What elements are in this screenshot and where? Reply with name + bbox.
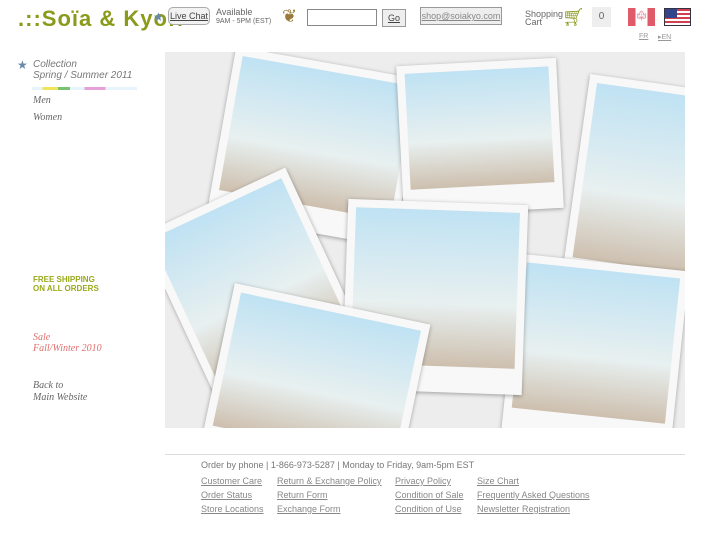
footer-link[interactable]: Condition of Sale [395, 490, 464, 500]
bird-icon: ❦ [282, 6, 298, 26]
order-phone: Order by phone | 1-866-973-5287 | Monday… [201, 460, 475, 470]
canada-flag-icon[interactable]: 🍁︎ [628, 8, 655, 26]
availability: Available 9AM - 5PM (EST) [216, 8, 271, 26]
footer-link[interactable]: Condition of Use [395, 504, 462, 514]
go-button[interactable]: Go [382, 9, 406, 27]
footer-link[interactable]: Exchange Form [277, 504, 341, 514]
footer-link[interactable]: Store Locations [201, 504, 264, 514]
cart-icon[interactable]: 🛒︎ [562, 7, 585, 28]
back-line-2: Main Website [33, 392, 88, 403]
free-shipping-promo[interactable]: FREE SHIPPING ON ALL ORDERS [33, 275, 99, 293]
star-icon: ★ [153, 10, 164, 24]
available-label: Available [216, 7, 253, 17]
sale-link[interactable]: Sale Fall/Winter 2010 [33, 332, 102, 354]
back-line-1: Back to [33, 380, 64, 391]
collection-label: Collection [33, 59, 77, 70]
sale-line-2: Fall/Winter 2010 [33, 343, 102, 354]
nav-men[interactable]: Men [33, 95, 51, 106]
lang-fr-link[interactable]: FR [639, 33, 648, 40]
promo-line-2: ON ALL ORDERS [33, 284, 99, 293]
sale-line-1: Sale [33, 332, 51, 343]
live-chat-button[interactable]: Live Chat [168, 7, 210, 25]
color-bar [32, 87, 137, 90]
footer-link[interactable]: Newsletter Registration [477, 504, 570, 514]
footer-link[interactable]: Return & Exchange Policy [277, 476, 382, 486]
hours: 9AM - 5PM (EST) [216, 18, 272, 25]
footer-divider [165, 454, 685, 455]
polaroid-photo [501, 253, 685, 428]
back-main-website-link[interactable]: Back to Main Website [33, 380, 87, 404]
nav-women[interactable]: Women [33, 112, 62, 123]
us-flag-icon[interactable] [664, 8, 691, 26]
footer-link[interactable]: Privacy Policy [395, 476, 451, 486]
email-link[interactable]: shop@soiakyo.com [420, 7, 502, 25]
polaroid-photo [396, 57, 564, 217]
promo-line-1: FREE SHIPPING [33, 275, 95, 284]
hero-image [165, 52, 685, 428]
star-icon: ★ [17, 58, 28, 72]
season-label: Spring / Summer 2011 [33, 70, 133, 81]
shopping-cart-label[interactable]: Shopping Cart [525, 10, 563, 27]
footer-link[interactable]: Customer Care [201, 476, 262, 486]
cart-count: 0 [592, 7, 611, 27]
footer-link[interactable]: Order Status [201, 490, 252, 500]
footer-link[interactable]: Frequently Asked Questions [477, 490, 590, 500]
lang-en-link[interactable]: ▸EN [658, 33, 671, 41]
cart-label-2: Cart [525, 17, 543, 27]
footer-link[interactable]: Size Chart [477, 476, 519, 486]
lang-en-label: EN [661, 34, 672, 41]
footer-link[interactable]: Return Form [277, 490, 328, 500]
search-input[interactable] [307, 9, 377, 26]
